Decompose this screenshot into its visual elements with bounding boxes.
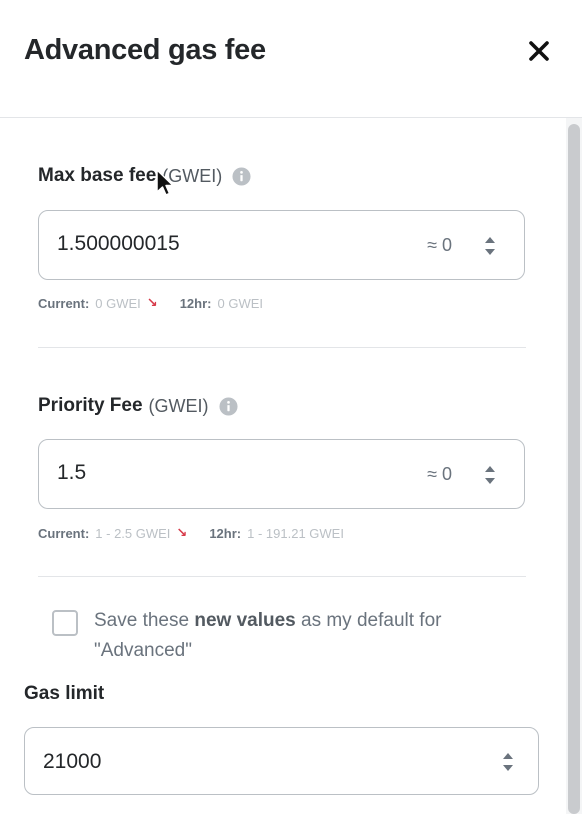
trend-down-icon: ↘	[146, 295, 158, 310]
max-base-fee-approx: ≈ 0	[427, 235, 452, 255]
save-text-bold: new values	[194, 610, 296, 631]
stepper-icon	[485, 466, 495, 484]
stepper-icon	[485, 237, 495, 255]
divider	[38, 576, 526, 577]
info-icon[interactable]	[219, 396, 238, 416]
priority-fee-stepper[interactable]	[482, 460, 498, 490]
history-value: 0 GWEI	[217, 295, 264, 311]
info-icon[interactable]	[232, 166, 251, 186]
divider	[38, 347, 526, 348]
current-value: 0 GWEI	[95, 295, 141, 311]
page-title: Advanced gas fee	[24, 34, 266, 66]
priority-fee-input[interactable]: 1.5 ≈ 0	[38, 439, 525, 509]
current-label: Current:	[38, 525, 90, 541]
current-label: Current:	[38, 295, 90, 311]
gas-limit-value: 21000	[43, 750, 102, 773]
save-default-label[interactable]: Save these new values as my default for …	[94, 606, 524, 666]
save-text-start: Save these	[94, 610, 195, 631]
gas-limit-label-row: Gas limit	[24, 683, 104, 705]
priority-fee-label: Priority Fee	[38, 395, 143, 416]
priority-fee-unit: (GWEI)	[148, 395, 209, 416]
gas-limit-input[interactable]: 21000	[24, 727, 539, 795]
max-base-fee-input[interactable]: 1.500000015 ≈ 0	[38, 210, 525, 280]
priority-fee-approx: ≈ 0	[427, 464, 452, 484]
history-label: 12hr:	[209, 525, 242, 541]
max-base-fee-value: 1.500000015	[57, 232, 180, 255]
close-button[interactable]	[524, 36, 554, 66]
gas-limit-label: Gas limit	[24, 683, 105, 704]
priority-fee-label-row: Priority Fee (GWEI)	[38, 395, 238, 417]
current-value: 1 - 2.5 GWEI	[95, 525, 171, 541]
scrollbar-thumb[interactable]	[568, 124, 580, 814]
priority-fee-hint: Current: 1 - 2.5 GWEI ↘ 12hr: 1 - 191.21…	[38, 525, 344, 541]
mouse-cursor-icon	[156, 169, 174, 196]
history-label: 12hr:	[179, 295, 212, 311]
max-base-fee-label: Max base fee	[38, 165, 157, 186]
max-base-fee-label-row: Max base fee (GWEI)	[38, 165, 251, 187]
max-base-fee-stepper[interactable]	[482, 231, 498, 261]
modal-header: Advanced gas fee	[0, 0, 582, 118]
history-value: 1 - 191.21 GWEI	[247, 525, 344, 541]
close-icon	[529, 41, 549, 61]
gas-limit-stepper[interactable]	[500, 747, 516, 777]
stepper-icon	[503, 753, 513, 771]
save-default-checkbox[interactable]	[52, 610, 78, 636]
trend-down-icon: ↘	[176, 525, 188, 540]
max-base-fee-hint: Current: 0 GWEI ↘ 12hr: 0 GWEI	[38, 295, 263, 311]
priority-fee-value: 1.5	[57, 461, 87, 484]
